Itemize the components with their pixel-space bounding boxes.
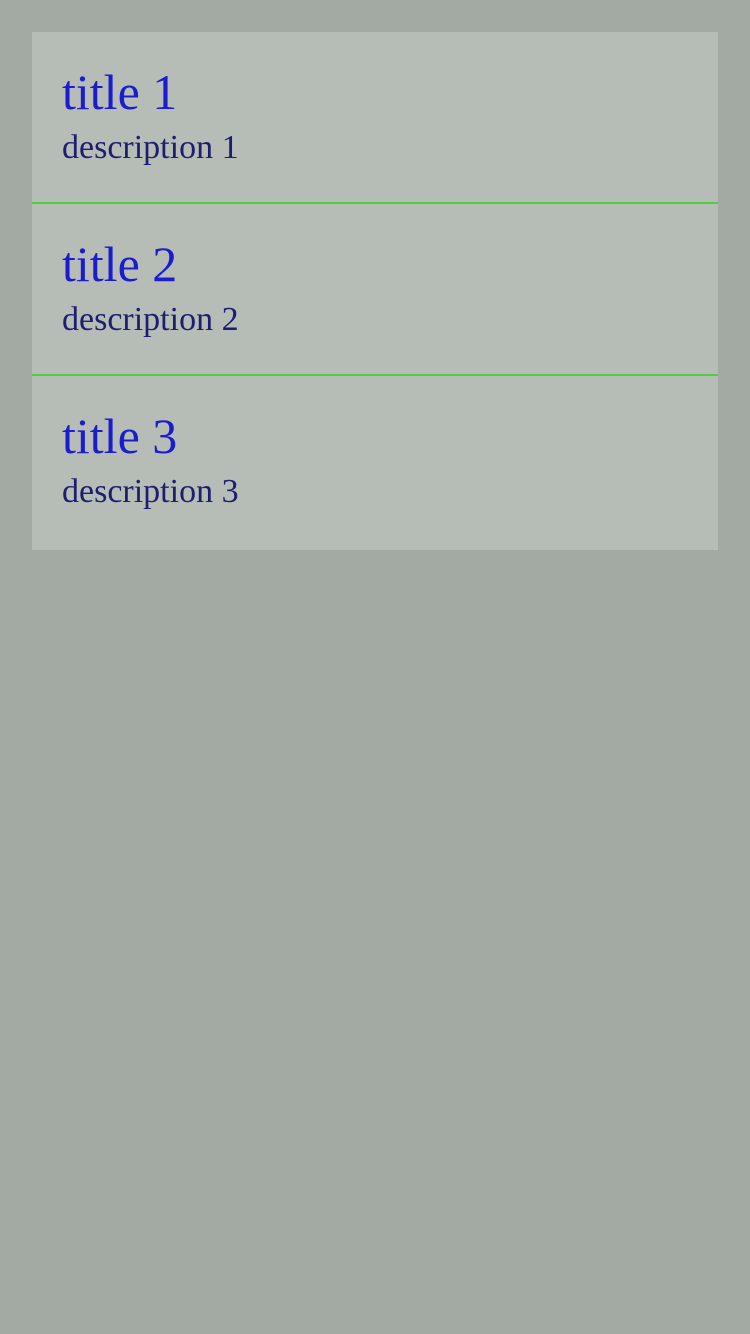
item-description: description 1 — [62, 129, 239, 166]
item-description: description 2 — [62, 301, 239, 338]
item-title: title 1 — [62, 64, 178, 120]
list-item[interactable]: title 2 description 2 — [32, 204, 718, 376]
item-title: title 2 — [62, 236, 178, 292]
list-item[interactable]: title 3 description 3 — [32, 376, 718, 550]
item-title: title 3 — [62, 408, 178, 464]
list-item[interactable]: title 1 description 1 — [32, 32, 718, 204]
item-description: description 3 — [62, 473, 239, 510]
item-list: title 1 description 1 title 2 descriptio… — [32, 32, 718, 550]
